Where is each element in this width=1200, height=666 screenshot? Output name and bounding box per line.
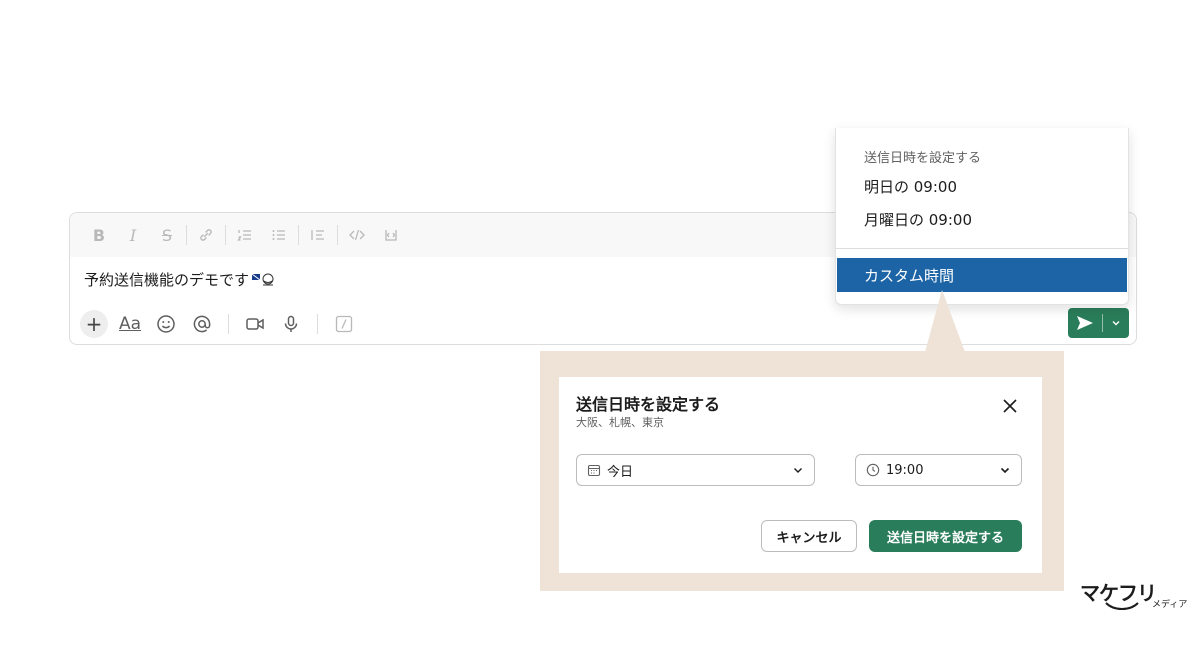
schedule-send-menu: 送信日時を設定する 明日の 09:00 月曜日の 09:00 カスタム時間: [835, 128, 1129, 305]
dialog-timezone: 大阪、札幌、東京: [576, 416, 664, 429]
attach-button[interactable]: +: [80, 310, 108, 338]
bullet-list-icon: [272, 230, 285, 240]
toolbar-divider: [228, 314, 229, 334]
code-button[interactable]: [340, 221, 374, 249]
flag-emoji-icon: [251, 270, 277, 292]
bold-icon: B: [92, 225, 106, 245]
at-sign-icon: [193, 315, 211, 333]
microphone-icon: [284, 315, 298, 332]
brand-logo: マケフリ メディア: [1080, 577, 1190, 617]
message-text: 予約送信機能のデモです: [84, 271, 250, 289]
chevron-down-icon: [792, 464, 804, 476]
chevron-down-icon: [999, 464, 1011, 476]
blockquote-button[interactable]: [301, 221, 335, 249]
send-button[interactable]: [1068, 308, 1102, 338]
calendar-icon: [587, 463, 601, 477]
menu-header: 送信日時を設定する: [864, 151, 982, 166]
menu-item-monday[interactable]: 月曜日の 09:00: [864, 209, 972, 230]
ordered-list-button[interactable]: [228, 221, 262, 249]
slash-command-icon: [335, 315, 353, 333]
date-select[interactable]: 今日: [576, 454, 815, 486]
text-format-icon: Aa: [118, 314, 142, 334]
schedule-dialog: 送信日時を設定する 大阪、札幌、東京 今日 19:00 キャンセル 送信日時を設…: [559, 377, 1042, 573]
smile-curve-icon: [1105, 602, 1139, 610]
callout-pointer: [925, 290, 965, 352]
bullet-list-button[interactable]: [262, 221, 296, 249]
italic-icon: I: [129, 225, 137, 245]
cancel-button[interactable]: キャンセル: [761, 520, 857, 552]
logo-tagline: メディア: [1152, 600, 1188, 610]
code-block-button[interactable]: [374, 221, 408, 249]
menu-item-tomorrow[interactable]: 明日の 09:00: [864, 176, 957, 197]
code-block-icon: [385, 230, 397, 241]
message-input[interactable]: 予約送信機能のデモです: [84, 269, 277, 292]
close-button[interactable]: [1001, 397, 1019, 415]
set-schedule-button[interactable]: 送信日時を設定する: [869, 520, 1022, 552]
video-clip-button[interactable]: [241, 310, 269, 338]
smile-icon: [157, 315, 175, 333]
toolbar-divider: [186, 225, 187, 245]
schedule-dropdown-button[interactable]: [1103, 308, 1129, 338]
time-value: 19:00: [886, 462, 924, 478]
mention-button[interactable]: [188, 310, 216, 338]
plus-icon: +: [85, 312, 103, 336]
send-arrow-icon: [1077, 316, 1093, 330]
send-button-group: [1068, 308, 1129, 338]
emoji-button[interactable]: [152, 310, 180, 338]
menu-divider: [836, 248, 1128, 249]
audio-clip-button[interactable]: [277, 310, 305, 338]
menu-item-label: カスタム時間: [864, 266, 955, 285]
ordered-list-icon: [237, 230, 251, 241]
blockquote-icon: [311, 230, 324, 240]
toolbar-divider: [337, 225, 338, 245]
bold-button[interactable]: B: [82, 221, 116, 249]
clock-icon: [866, 463, 880, 477]
chevron-down-icon: [1112, 321, 1120, 326]
toolbar-divider: [298, 225, 299, 245]
link-button[interactable]: [189, 221, 223, 249]
link-icon: [200, 229, 212, 241]
strikethrough-icon: S: [161, 225, 173, 245]
dialog-title: 送信日時を設定する: [576, 395, 721, 414]
italic-button[interactable]: I: [116, 221, 150, 249]
date-value: 今日: [607, 464, 634, 480]
menu-item-custom-time[interactable]: カスタム時間: [837, 258, 1127, 292]
formatting-toggle-button[interactable]: Aa: [116, 310, 144, 338]
video-camera-icon: [246, 318, 264, 330]
strikethrough-button[interactable]: S: [150, 221, 184, 249]
time-select[interactable]: 19:00: [855, 454, 1022, 486]
close-icon: [1003, 399, 1017, 413]
composer-actions: + Aa: [80, 309, 358, 339]
shortcuts-button[interactable]: [330, 310, 358, 338]
code-icon: [349, 229, 365, 241]
toolbar-divider: [317, 314, 318, 334]
toolbar-divider: [225, 225, 226, 245]
